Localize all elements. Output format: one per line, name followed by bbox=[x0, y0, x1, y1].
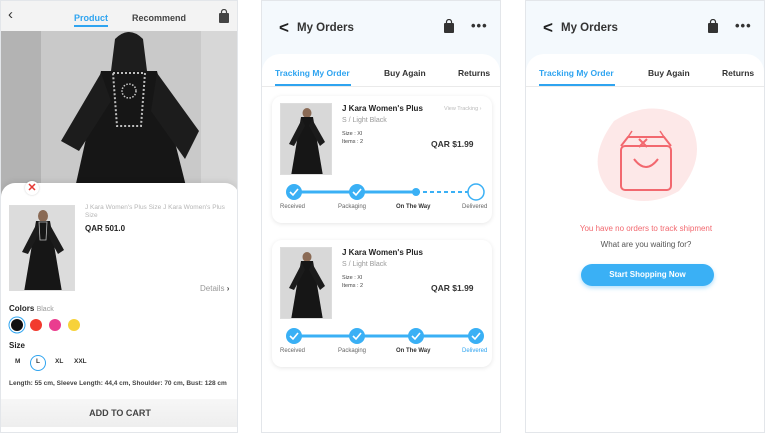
product-price: QAR 501.0 bbox=[85, 224, 126, 233]
tab-buy-again[interactable]: Buy Again bbox=[648, 68, 690, 78]
product-screen: ‹ Product Recommend ✕ J Kara Women's Plu… bbox=[0, 0, 238, 433]
step-received: Received bbox=[280, 204, 306, 210]
order-items: Items : 2 bbox=[342, 283, 364, 289]
product-name: J Kara Women's Plus Size J Kara Women's … bbox=[85, 204, 225, 219]
step-check-icon bbox=[286, 184, 302, 200]
step-check-icon bbox=[408, 328, 424, 344]
tab-returns[interactable]: Returns bbox=[722, 68, 754, 78]
color-swatch-yellow[interactable] bbox=[68, 319, 80, 331]
size-label: Size bbox=[9, 341, 26, 350]
empty-submessage: What are you waiting for? bbox=[600, 240, 692, 249]
step-check-icon bbox=[468, 328, 484, 344]
step-packaging: Packaging bbox=[338, 204, 367, 210]
product-photo bbox=[1, 31, 237, 206]
colors-label: Colors Black bbox=[9, 304, 54, 313]
more-icon[interactable]: ••• bbox=[471, 18, 488, 33]
shopping-bag-icon[interactable] bbox=[443, 18, 455, 38]
tab-divider bbox=[526, 86, 764, 87]
selected-color: Black bbox=[36, 306, 54, 313]
measurements-text: Length: 55 cm, Sleeve Length: 44,4 cm, S… bbox=[9, 380, 227, 387]
tab-returns[interactable]: Returns bbox=[458, 68, 490, 78]
order-card[interactable]: J Kara Women's Plus S / Light Black Size… bbox=[272, 96, 492, 223]
product-thumbnail bbox=[9, 205, 75, 291]
back-icon[interactable]: ‹ bbox=[8, 6, 13, 23]
orders-header: < My Orders ••• bbox=[526, 1, 764, 61]
tab-product[interactable]: Product bbox=[74, 13, 109, 27]
empty-orders-screen: < My Orders ••• Tracking My Order Buy Ag… bbox=[525, 0, 765, 433]
details-link[interactable]: Details › bbox=[200, 284, 229, 293]
orders-header: < My Orders ••• bbox=[262, 1, 500, 61]
step-received: Received bbox=[280, 348, 306, 354]
back-icon[interactable]: < bbox=[543, 18, 553, 38]
step-current-dot bbox=[412, 188, 420, 196]
order-thumbnail bbox=[280, 247, 332, 319]
order-name: J Kara Women's Plus bbox=[342, 104, 423, 113]
order-price: QAR $1.99 bbox=[431, 139, 474, 149]
close-icon[interactable]: ✕ bbox=[25, 181, 39, 195]
order-variant: S / Light Black bbox=[342, 261, 387, 268]
step-packaging: Packaging bbox=[338, 348, 367, 354]
order-size: Size : Xl bbox=[342, 275, 363, 281]
shopping-bag-icon[interactable] bbox=[218, 8, 230, 28]
colors-heading: Colors bbox=[9, 304, 35, 313]
step-on-the-way: On The Way bbox=[396, 204, 431, 210]
empty-bag-icon bbox=[584, 101, 704, 216]
step-delivered: Delivered bbox=[462, 204, 488, 210]
orders-screen: < My Orders ••• Tracking My Order Buy Ag… bbox=[261, 0, 501, 433]
empty-message: You have no orders to track shipment bbox=[579, 224, 713, 233]
add-to-cart-button[interactable]: ADD TO CART bbox=[1, 399, 237, 427]
step-pending-circle bbox=[467, 183, 485, 201]
size-option-xl[interactable]: XL bbox=[55, 358, 63, 365]
order-size: Size : Xl bbox=[342, 131, 363, 137]
chevron-right-icon: › bbox=[226, 284, 230, 293]
step-delivered: Delivered bbox=[462, 348, 488, 354]
size-option-xxl[interactable]: XXL bbox=[74, 358, 87, 365]
step-check-icon bbox=[349, 328, 365, 344]
step-check-icon bbox=[349, 184, 365, 200]
step-check-icon bbox=[286, 328, 302, 344]
step-on-the-way: On The Way bbox=[396, 348, 431, 354]
order-card[interactable]: J Kara Women's Plus S / Light Black Size… bbox=[272, 240, 492, 367]
tab-recommend[interactable]: Recommend bbox=[132, 13, 186, 23]
color-swatch-red[interactable] bbox=[30, 319, 42, 331]
order-name: J Kara Women's Plus bbox=[342, 248, 423, 257]
color-swatch-pink[interactable] bbox=[49, 319, 61, 331]
tab-buy-again[interactable]: Buy Again bbox=[384, 68, 426, 78]
back-icon[interactable]: < bbox=[279, 18, 289, 38]
size-option-l[interactable]: L bbox=[36, 358, 40, 365]
order-variant: S / Light Black bbox=[342, 117, 387, 124]
page-title: My Orders bbox=[297, 22, 354, 34]
chevron-right-icon: › bbox=[479, 106, 482, 112]
view-tracking-link[interactable]: View Tracking › bbox=[444, 106, 482, 112]
tab-tracking[interactable]: Tracking My Order bbox=[275, 68, 350, 78]
order-items: Items : 2 bbox=[342, 139, 364, 145]
view-tracking-label: View Tracking bbox=[444, 106, 479, 112]
tab-tracking[interactable]: Tracking My Order bbox=[539, 68, 614, 78]
color-swatch-black[interactable] bbox=[11, 319, 23, 331]
shopping-bag-icon[interactable] bbox=[707, 18, 719, 38]
tab-divider bbox=[262, 86, 500, 87]
order-price: QAR $1.99 bbox=[431, 283, 474, 293]
order-thumbnail bbox=[280, 103, 332, 175]
start-shopping-button[interactable]: Start Shopping Now bbox=[581, 264, 714, 286]
details-label: Details bbox=[200, 284, 225, 293]
page-title: My Orders bbox=[561, 22, 618, 34]
product-topbar: ‹ Product Recommend bbox=[1, 1, 237, 31]
size-option-m[interactable]: M bbox=[15, 358, 20, 365]
more-icon[interactable]: ••• bbox=[735, 18, 752, 33]
